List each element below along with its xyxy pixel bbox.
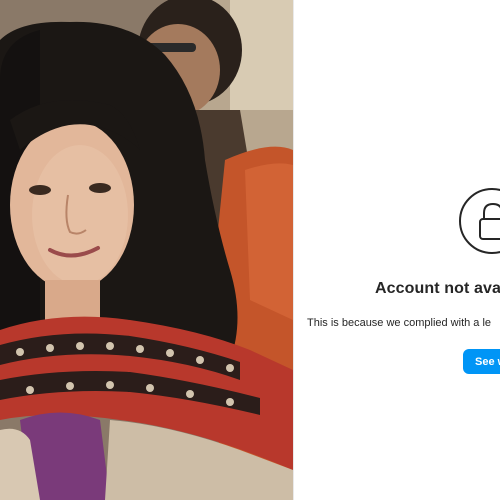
account-unavailable-panel: Account not ava This is because we compl… (294, 0, 500, 500)
account-unavailable-message: This is because we complied with a le (307, 317, 492, 329)
screenshot-canvas: Account not ava This is because we compl… (0, 0, 500, 500)
see-more-button[interactable]: See w (463, 349, 500, 374)
lock-icon (459, 188, 500, 254)
profile-photo-illustration (0, 0, 293, 500)
account-unavailable-title: Account not ava (375, 280, 500, 297)
profile-photo (0, 0, 293, 500)
